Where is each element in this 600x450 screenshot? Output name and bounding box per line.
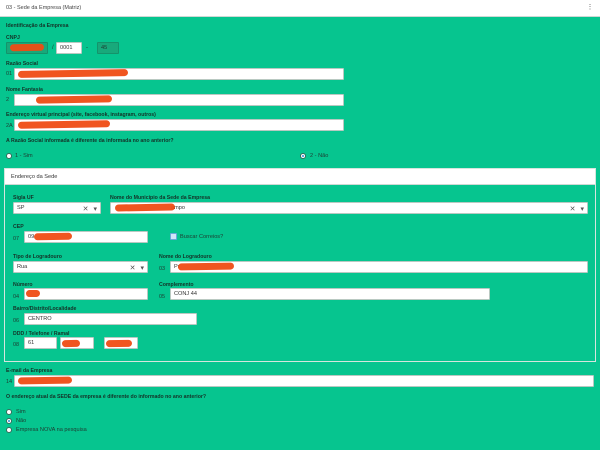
razao-sim-radio[interactable] bbox=[6, 153, 12, 159]
field-number: 06 bbox=[13, 318, 20, 324]
sede-sim-label: Sim bbox=[16, 409, 26, 415]
redaction-mark bbox=[61, 339, 81, 348]
section-header: 03 - Sede da Empresa (Matriz) ⋮ bbox=[0, 0, 600, 17]
sede-change-question: O endereço atual da SEDE da empresa é di… bbox=[6, 394, 207, 400]
clear-icon[interactable]: ✕ bbox=[83, 206, 89, 213]
buscar-correios-checkbox[interactable] bbox=[170, 233, 177, 240]
redaction-mark bbox=[17, 376, 73, 385]
section-title: 03 - Sede da Empresa (Matriz) bbox=[6, 5, 82, 11]
email-label: E-mail da Empresa bbox=[6, 368, 53, 374]
clear-icon[interactable]: ✕ bbox=[130, 265, 136, 272]
field-number: 08 bbox=[13, 342, 20, 348]
field-number: 14 bbox=[6, 379, 13, 385]
nome-logradouro-label: Nome do Logradouro bbox=[159, 254, 212, 260]
uf-label: Sigla UF bbox=[13, 195, 34, 201]
razao-social-label: Razão Social bbox=[6, 61, 39, 67]
sede-empresa-nova-radio[interactable] bbox=[6, 427, 12, 433]
chevron-down-icon[interactable]: ▾ bbox=[140, 265, 144, 272]
cnpj-check-digits-field: 45 bbox=[97, 42, 119, 54]
cnpj-separator-slash: / bbox=[52, 45, 54, 51]
redaction-mark bbox=[105, 339, 133, 348]
razao-nao-label: 2 - Não bbox=[310, 153, 329, 159]
chevron-down-icon[interactable]: ▾ bbox=[93, 206, 97, 213]
email-input[interactable] bbox=[14, 375, 594, 387]
complemento-input[interactable]: CONJ 44 bbox=[170, 288, 490, 300]
cnpj-branch-field[interactable]: 0001 bbox=[56, 42, 82, 54]
redaction-mark bbox=[35, 95, 113, 104]
redaction-mark bbox=[9, 43, 45, 52]
cnpj-label: CNPJ bbox=[6, 35, 20, 41]
sede-sim-radio[interactable] bbox=[6, 409, 12, 415]
redaction-mark bbox=[33, 232, 73, 241]
uf-select[interactable]: SP ✕ ▾ bbox=[13, 202, 101, 214]
cep-label: CEP bbox=[13, 224, 24, 230]
website-label: Endereço virtual principal (site, facebo… bbox=[6, 112, 156, 118]
address-panel-title: Endereço da Sede bbox=[11, 174, 58, 180]
sede-nao-label: Não bbox=[16, 418, 27, 424]
field-number: 03 bbox=[159, 266, 166, 272]
numero-input[interactable] bbox=[24, 288, 148, 300]
tipo-logradouro-label: Tipo de Logradouro bbox=[13, 254, 62, 260]
municipio-label: Nome do Município da Sede da Empresa bbox=[110, 195, 211, 201]
bairro-label: Bairro/Distrito/Localidade bbox=[13, 306, 77, 312]
address-panel-header: Endereço da Sede bbox=[5, 169, 595, 185]
redaction-mark bbox=[114, 203, 176, 212]
more-dots-icon[interactable]: ⋮ bbox=[587, 3, 595, 11]
municipio-select[interactable]: ampo ✕ ▾ bbox=[110, 202, 588, 214]
razao-nao-radio[interactable] bbox=[300, 153, 306, 159]
field-number: 2A bbox=[6, 123, 13, 129]
buscar-correios-label: Buscar Correios? bbox=[180, 234, 224, 240]
nome-fantasia-label: Nome Fantasia bbox=[6, 87, 43, 93]
field-number: 01 bbox=[6, 71, 13, 77]
clear-icon[interactable]: ✕ bbox=[570, 206, 576, 213]
redaction-mark bbox=[25, 289, 41, 298]
field-number: 04 bbox=[13, 294, 20, 300]
tipo-logradouro-value: Rua bbox=[17, 264, 28, 270]
sede-nao-radio[interactable] bbox=[6, 418, 12, 424]
razao-sim-label: 1 - Sim bbox=[15, 153, 33, 159]
tipo-logradouro-select[interactable]: Rua ✕ ▾ bbox=[13, 261, 148, 273]
field-number: 2 bbox=[6, 97, 10, 103]
sede-empresa-nova-label: Empresa NOVA na pesquisa bbox=[16, 427, 87, 433]
razao-change-question: A Razão Social informada é diferente da … bbox=[6, 138, 174, 144]
identification-heading: Identificação da Empresa bbox=[6, 23, 69, 29]
redaction-mark bbox=[177, 262, 235, 271]
field-number: 05 bbox=[159, 294, 166, 300]
ddd-input[interactable]: 61 bbox=[24, 337, 57, 349]
bairro-input[interactable]: CENTRO bbox=[24, 313, 197, 325]
uf-value: SP bbox=[17, 205, 25, 211]
cnpj-separator-dash: - bbox=[86, 45, 88, 51]
field-number: 07 bbox=[13, 236, 20, 242]
chevron-down-icon[interactable]: ▾ bbox=[580, 206, 584, 213]
